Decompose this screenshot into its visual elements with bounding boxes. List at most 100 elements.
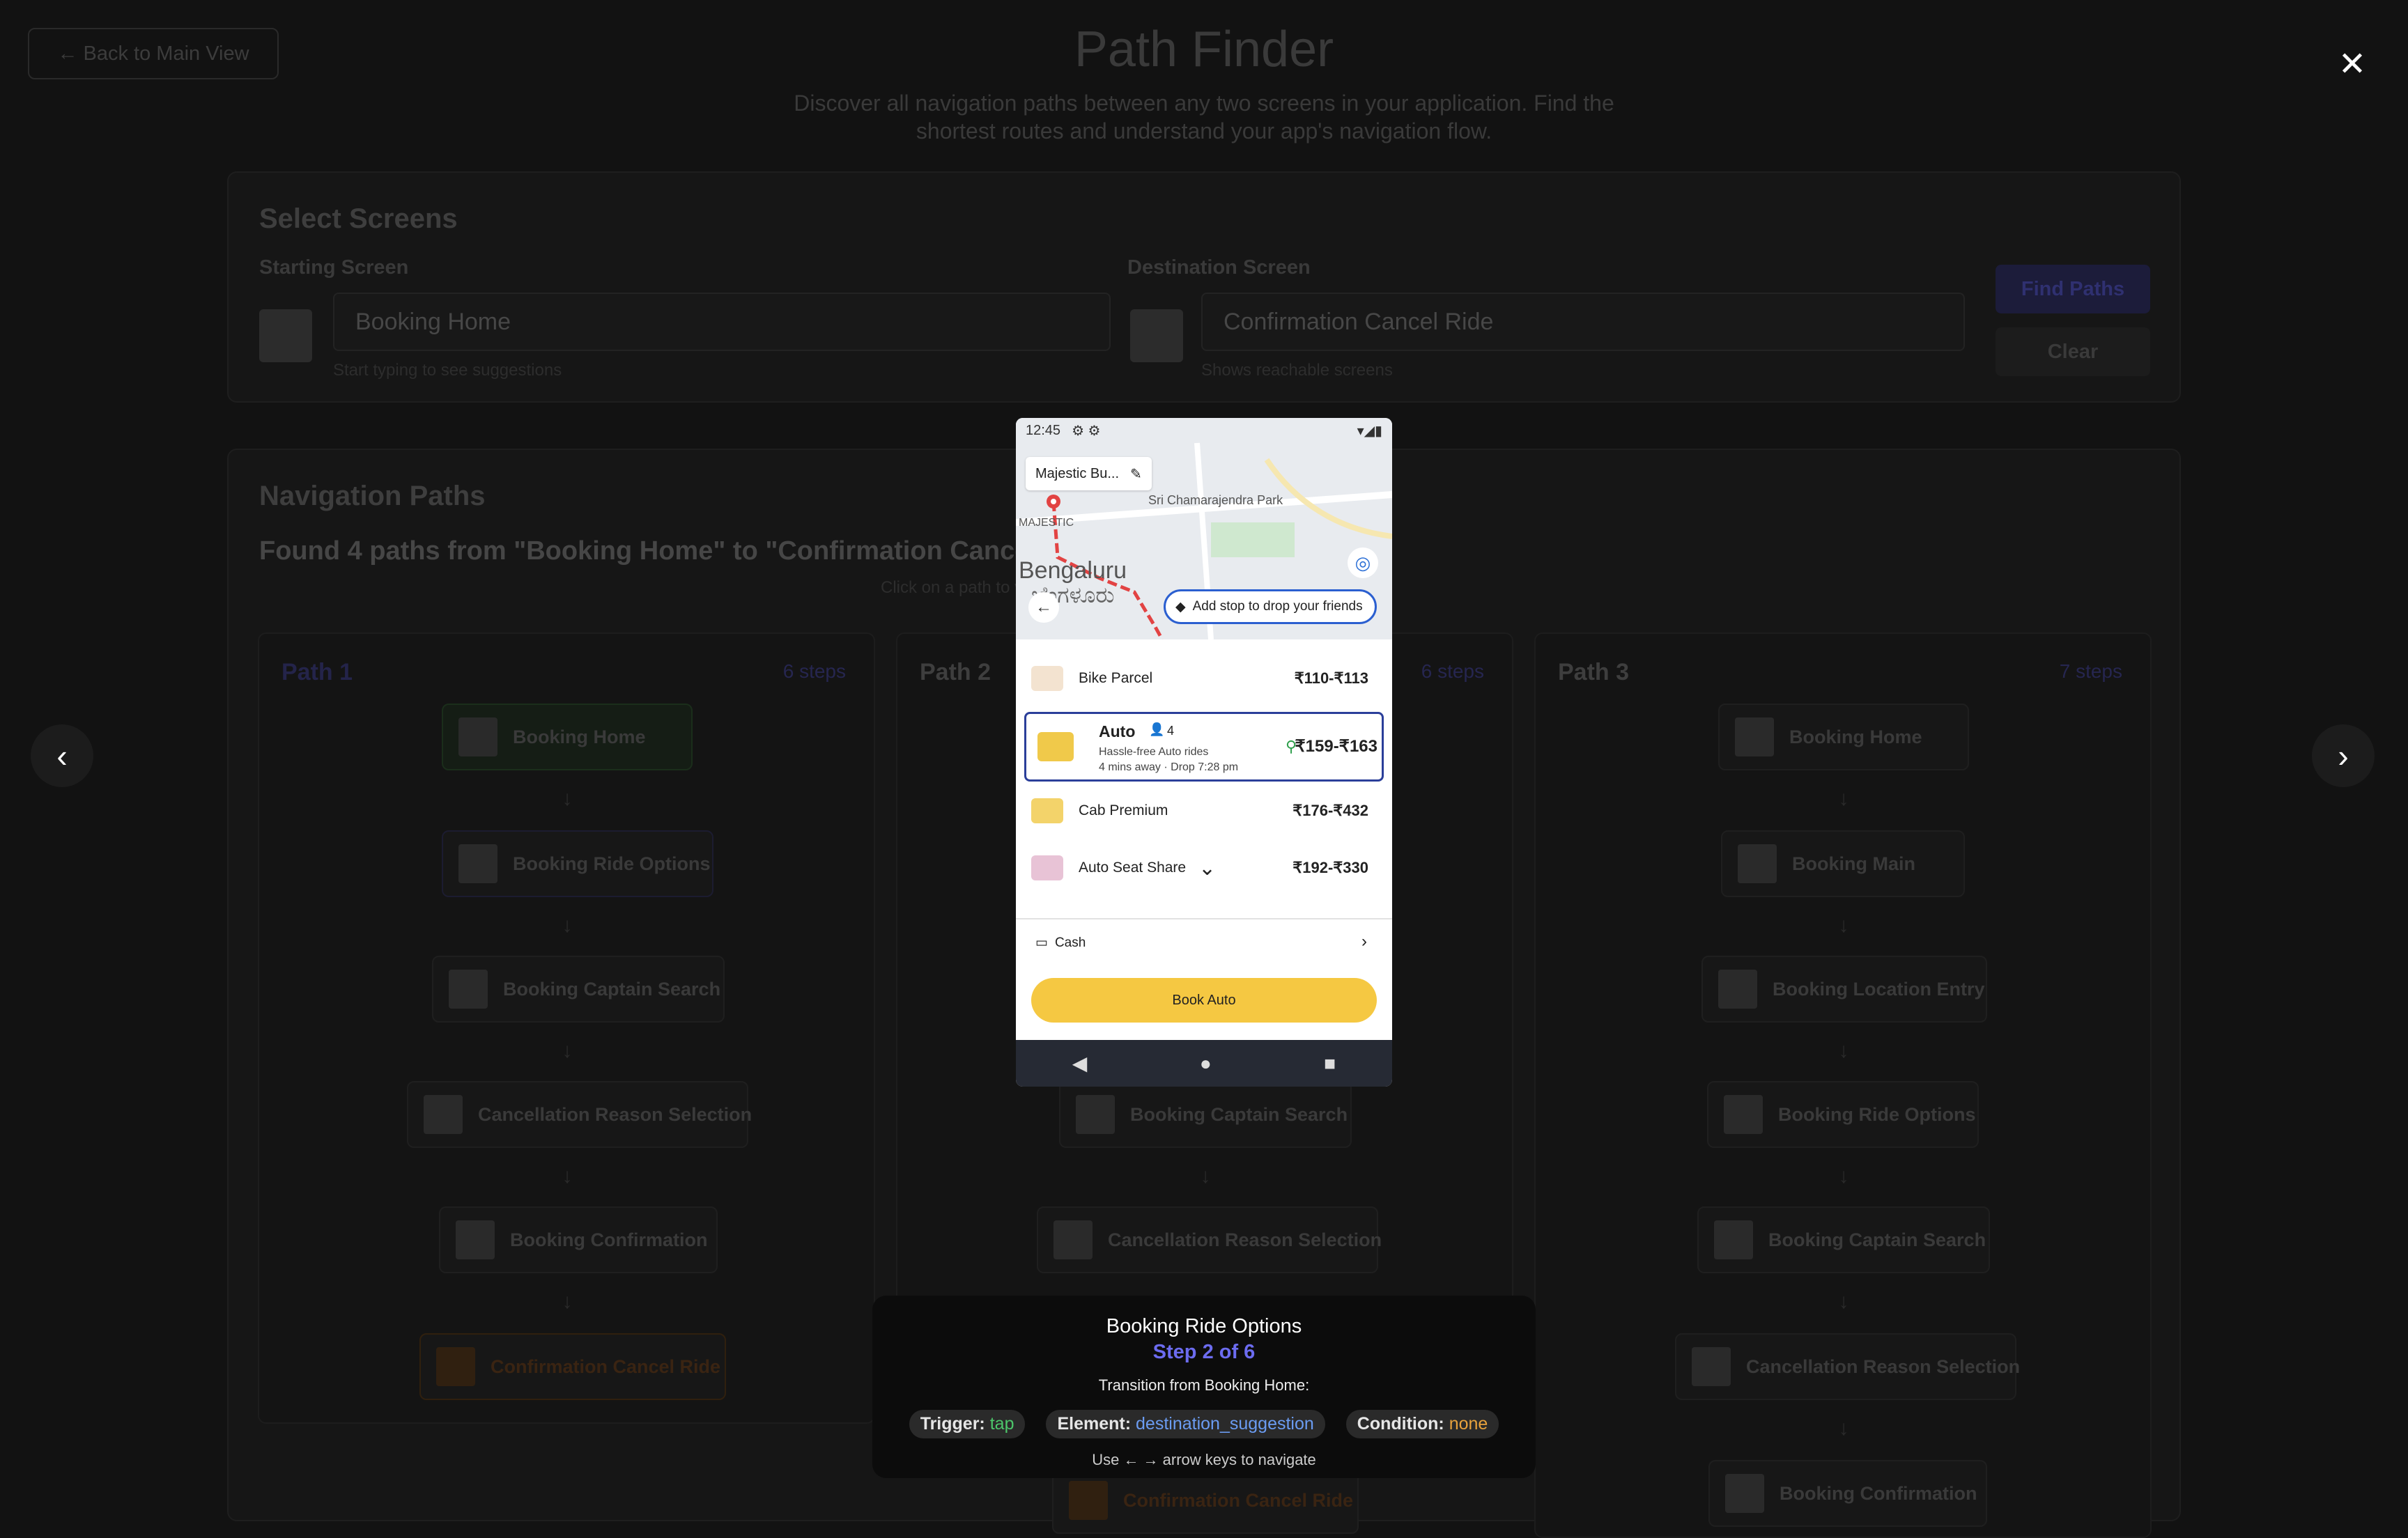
page-title: Path Finder xyxy=(1074,22,1334,77)
node-thumbnail xyxy=(1718,970,1757,1009)
arrow-down-icon: ↓ xyxy=(562,787,573,810)
path-node[interactable]: Booking Confirmation xyxy=(1708,1460,1987,1527)
element-label: Element: xyxy=(1057,1414,1132,1434)
path-node[interactable]: Booking Ride Options xyxy=(1707,1081,1979,1148)
path-node[interactable]: Booking Confirmation xyxy=(439,1206,718,1273)
ride-price: ₹110-₹113 xyxy=(1294,669,1368,687)
ride-option[interactable]: Bike Parcel ₹110-₹113 xyxy=(1016,651,1392,706)
ride-price: ₹176-₹432 xyxy=(1292,802,1368,819)
node-label: Booking Captain Search xyxy=(1768,1229,1986,1250)
payment-method[interactable]: ▭ Cash xyxy=(1035,935,1086,951)
node-label: Booking Captain Search xyxy=(503,978,721,1000)
payment-label: Cash xyxy=(1054,935,1086,950)
node-label: Confirmation Cancel Ride xyxy=(491,1356,721,1377)
ride-eta: 4 mins away · Drop 7:28 pm xyxy=(1099,761,1239,773)
destination-screen-input[interactable]: Confirmation Cancel Ride xyxy=(1201,293,1965,351)
trigger-label: Trigger: xyxy=(920,1414,985,1434)
path-node[interactable]: Booking Ride Options xyxy=(442,830,713,897)
node-thumbnail xyxy=(1735,717,1774,756)
node-label: Booking Confirmation xyxy=(510,1229,708,1250)
condition-label: Condition: xyxy=(1357,1414,1444,1434)
select-screens-card: Select Screens Starting Screen Booking H… xyxy=(227,171,2181,403)
arrow-down-icon: ↓ xyxy=(562,1165,573,1188)
previous-arrow-icon[interactable]: ‹ xyxy=(31,724,93,787)
find-paths-button[interactable]: Find Paths xyxy=(1996,265,2150,313)
node-thumbnail xyxy=(1738,844,1777,883)
node-thumbnail xyxy=(458,844,497,883)
node-label: Booking Ride Options xyxy=(513,853,711,874)
path-steps: 7 steps xyxy=(2059,660,2122,682)
node-thumbnail xyxy=(456,1220,495,1259)
ride-price: ₹192-₹330 xyxy=(1292,859,1368,876)
node-label: Booking Main xyxy=(1792,853,1915,874)
ride-name: Bike Parcel xyxy=(1079,670,1153,686)
path-node[interactable]: Booking Main xyxy=(1721,830,1965,897)
node-thumbnail xyxy=(424,1095,463,1134)
transition-chips: Trigger: tap Element: destination_sugges… xyxy=(872,1410,1536,1438)
path-node[interactable]: Confirmation Cancel Ride xyxy=(419,1333,726,1400)
path-node[interactable]: Booking Location Entry xyxy=(1701,956,1987,1023)
node-thumbnail xyxy=(1714,1220,1753,1259)
nav-recents-icon[interactable]: ■ xyxy=(1324,1052,1336,1075)
pickup-chip[interactable]: Majestic Bu... ✎ xyxy=(1026,457,1152,490)
arrow-down-icon: ↓ xyxy=(562,1290,573,1313)
path-node[interactable]: Cancellation Reason Selection xyxy=(1675,1333,2020,1400)
node-thumbnail xyxy=(449,970,488,1009)
chevron-down-icon[interactable]: ⌄ xyxy=(1198,856,1216,880)
auto-rickshaw-icon xyxy=(1037,732,1074,761)
close-icon[interactable]: ✕ xyxy=(2324,36,2380,92)
node-thumbnail xyxy=(1076,1095,1115,1134)
clear-button[interactable]: Clear xyxy=(1996,327,2150,376)
condition-value: none xyxy=(1449,1414,1488,1434)
path-node[interactable]: Cancellation Reason Selection xyxy=(407,1081,752,1148)
step-counter: Step 2 of 6 xyxy=(1152,1341,1256,1363)
path-node[interactable]: Cancellation Reason Selection xyxy=(1037,1206,1382,1273)
arrow-down-icon: ↓ xyxy=(1838,914,1849,937)
node-thumbnail xyxy=(1069,1481,1108,1520)
path-node[interactable]: Booking Captain Search xyxy=(432,956,725,1023)
chevron-right-icon[interactable]: › xyxy=(1361,932,1367,951)
starting-screen-input[interactable]: Booking Home xyxy=(333,293,1111,351)
destination-screen-label: Destination Screen xyxy=(1127,256,1311,279)
trigger-chip: Trigger: tap xyxy=(909,1410,1026,1438)
arrow-down-icon: ↓ xyxy=(1838,787,1849,810)
arrow-down-icon: ↓ xyxy=(562,1039,573,1062)
nav-home-icon[interactable]: ● xyxy=(1200,1052,1212,1075)
path-node[interactable]: Booking Captain Search xyxy=(1697,1206,1990,1273)
path-node[interactable]: Booking Home xyxy=(1718,704,1969,770)
page-subtitle: Discover all navigation paths between an… xyxy=(794,91,1614,143)
android-nav-bar: ◀ ● ■ xyxy=(1016,1040,1392,1087)
nav-back-icon[interactable]: ◀ xyxy=(1072,1052,1088,1075)
path-node[interactable]: Booking Home xyxy=(442,704,693,770)
path-card-3[interactable]: Path 3 7 steps Booking Home ↓ Booking Ma… xyxy=(1534,632,2152,1538)
starting-screen-label: Starting Screen xyxy=(259,256,409,279)
select-screens-heading: Select Screens xyxy=(259,203,458,234)
ride-option-selected[interactable]: Auto 👤 4 Hassle-free Auto rides 4 mins a… xyxy=(1024,712,1384,782)
book-auto-button[interactable]: Book Auto xyxy=(1031,978,1377,1023)
cab-icon xyxy=(1031,798,1063,823)
seat-count: 4 xyxy=(1167,724,1175,738)
path-node[interactable]: Booking Captain Search xyxy=(1059,1081,1352,1148)
path-title: Path 2 xyxy=(920,659,991,685)
arrow-down-icon: ↓ xyxy=(1838,1290,1849,1313)
dest-hint: Shows reachable screens xyxy=(1201,361,1393,380)
ride-option[interactable]: Cab Premium ₹176-₹432 xyxy=(1016,783,1392,839)
node-label: Booking Home xyxy=(1789,726,1922,747)
node-label: Booking Ride Options xyxy=(1778,1103,1976,1125)
bike-icon xyxy=(1031,666,1063,691)
arrow-down-icon: ↓ xyxy=(1838,1039,1849,1062)
next-arrow-icon[interactable]: › xyxy=(2312,724,2375,787)
status-time: 12:45 xyxy=(1026,422,1061,438)
map-park-label: Sri Chamarajendra Park xyxy=(1148,493,1283,507)
ride-option[interactable]: Auto Seat Share ⌄ ₹192-₹330 xyxy=(1016,840,1392,896)
arrow-down-icon: ↓ xyxy=(1838,1165,1849,1188)
diamond-icon: ◆ xyxy=(1175,599,1186,614)
node-label: Confirmation Cancel Ride xyxy=(1123,1489,1354,1511)
edit-pencil-icon[interactable]: ✎ xyxy=(1130,465,1142,483)
add-stop-button[interactable]: ◆ Add stop to drop your friends xyxy=(1164,589,1377,624)
path-card-1[interactable]: Path 1 6 steps Booking Home ↓ Booking Ri… xyxy=(258,632,875,1424)
back-arrow-icon[interactable]: ← xyxy=(1028,592,1059,623)
dest-screen-thumbnail xyxy=(1130,309,1183,362)
locate-me-icon[interactable]: ◎ xyxy=(1348,547,1378,578)
path-title: Path 1 xyxy=(281,659,353,685)
